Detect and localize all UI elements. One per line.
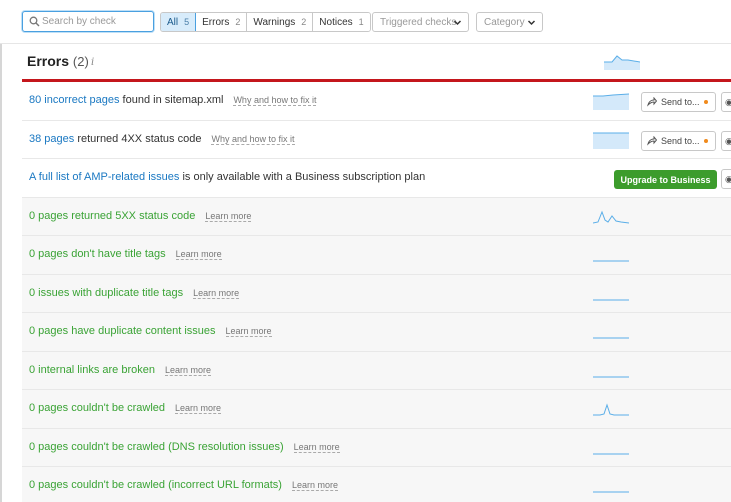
check-text: 0 internal links are broken Learn more [29,364,211,376]
filter-warnings-label: Warnings [253,16,296,28]
passed-check-text: 0 pages couldn't be crawled (DNS resolut… [29,440,284,453]
trend-sparkline [593,403,629,416]
check-text: 0 pages couldn't be crawled (incorrect U… [29,479,338,491]
trend-sparkline [593,376,629,377]
learn-more-link[interactable]: Learn more [164,364,211,376]
filter-notices-count: 1 [358,17,364,27]
trend-sparkline [593,491,629,493]
category-dropdown[interactable]: Category [476,12,543,32]
check-row[interactable]: A full list of AMP-related issues is onl… [22,159,731,198]
triggered-checks-label: Triggered checks [380,16,457,28]
learn-more-link[interactable]: Learn more [175,249,222,260]
notification-dot [704,138,708,143]
learn-more-link[interactable]: Learn more [291,480,338,491]
trend-sparkline [593,260,629,262]
filter-notices-button[interactable]: Notices 1 [313,13,370,31]
info-icon[interactable]: i [91,57,94,68]
learn-more-link[interactable]: Learn more [205,210,252,222]
check-text: 0 pages don't have title tags Learn more [29,248,222,260]
send-to-button[interactable]: Send to... [641,92,716,112]
upgrade-to-business-button[interactable]: Upgrade to Business [614,170,717,189]
eye-button[interactable]: ◉ [721,169,731,189]
eye-button[interactable]: ◉ [721,130,731,151]
trend-sparkline [593,210,629,223]
check-text: 0 pages returned 5XX status code Learn mo… [29,209,252,222]
check-row[interactable]: 0 pages returned 5XX status code Learn mo… [22,197,731,236]
issue-link[interactable]: A full list of AMP-related issues [29,171,179,183]
filter-errors-count: 2 [235,17,241,27]
filter-notices-label: Notices [319,16,353,28]
check-row[interactable]: 80 incorrect pages found in sitemap.xml W… [22,82,731,121]
share-arrow-icon [647,135,657,146]
check-text: 0 issues with duplicate title tags Learn … [29,286,240,299]
check-row[interactable]: 0 pages couldn't be crawled (DNS resolut… [22,428,731,467]
trend-sparkline [593,337,629,339]
check-text: 0 pages couldn't be crawled Learn more [29,402,222,414]
check-row[interactable]: 0 pages don't have title tags Learn more [22,236,731,275]
learn-more-link[interactable]: Learn more [175,403,222,414]
trend-sparkline [604,55,640,70]
trend-sparkline [593,453,629,454]
category-label: Category [484,16,525,28]
filter-errors-button[interactable]: Errors 2 [196,13,248,31]
issue-description: found in sitemap.xml [119,94,224,106]
left-divider [0,0,2,502]
eye-button[interactable]: ◉ [721,92,731,112]
passed-check-text: 0 pages have duplicate content issues [29,325,216,337]
how-to-fix-link[interactable]: Why and how to fix it [211,133,295,145]
issue-link[interactable]: 38 pages [29,133,74,145]
section-title: Errors (2) [27,53,89,69]
passed-check-text: 0 pages returned 5XX status code [29,209,196,222]
search-input[interactable] [42,14,150,29]
errors-section-header: Errors (2) i [22,44,731,81]
check-text: 0 pages couldn't be crawled (DNS resolut… [29,441,340,453]
learn-more-link[interactable]: Learn more [225,326,272,337]
send-to-button[interactable]: Send to... [641,130,716,151]
filter-warnings-button[interactable]: Warnings 2 [247,13,314,31]
section-count: (2) [72,54,89,69]
filter-warnings-count: 2 [301,17,307,27]
issue-type-filter: All 5 Errors 2 Warnings 2 Notices 1 [160,12,371,32]
issue-description: returned 4XX status code [74,132,202,145]
triggered-checks-dropdown[interactable]: Triggered checks [372,12,469,32]
check-text: 0 pages have duplicate content issues Lea… [29,325,272,337]
check-text: 38 pages returned 4XX status code Why and… [29,133,295,145]
issue-link[interactable]: 80 incorrect pages [29,94,120,106]
search-box[interactable] [22,11,154,32]
passed-check-text: 0 internal links are broken [29,363,155,376]
check-row[interactable]: 0 issues with duplicate title tags Learn … [22,274,731,313]
issue-description: is only available with a Business subscr… [179,171,426,183]
trend-sparkline [593,132,629,149]
section-title-text: Errors [27,53,70,69]
filter-all-button[interactable]: All 5 [160,13,197,31]
learn-more-link[interactable]: Learn more [193,287,240,299]
search-icon [29,16,40,27]
check-text: A full list of AMP-related issues is onl… [29,171,425,183]
send-to-label: Send to... [661,97,700,107]
checks-list: 80 incorrect pages found in sitemap.xml W… [22,82,731,502]
filter-bar: All 5 Errors 2 Warnings 2 Notices 1 Triggere… [0,0,731,44]
learn-more-link[interactable]: Learn more [293,441,340,453]
passed-check-text: 0 issues with duplicate title tags [29,286,184,299]
check-row[interactable]: 0 pages have duplicate content issues Lea… [22,313,731,352]
notification-dot [704,100,708,104]
passed-check-text: 0 pages don't have title tags [29,248,166,260]
check-row[interactable]: 38 pages returned 4XX status code Why and… [22,121,731,159]
filter-all-label: All [167,16,179,28]
send-to-label: Send to... [661,135,700,146]
chevron-down-icon [453,20,462,26]
filter-errors-label: Errors [202,16,230,28]
passed-check-text: 0 pages couldn't be crawled (incorrect U… [29,479,282,491]
check-row[interactable]: 0 pages couldn't be crawled Learn more [22,390,731,429]
trend-sparkline [593,93,629,110]
check-row[interactable]: 0 internal links are broken Learn more [22,351,731,390]
passed-check-text: 0 pages couldn't be crawled [29,402,166,414]
trend-sparkline [593,299,629,300]
filter-all-count: 5 [184,17,190,27]
check-row[interactable]: 0 pages couldn't be crawled (incorrect U… [22,467,731,502]
chevron-down-icon [527,20,536,26]
how-to-fix-link[interactable]: Why and how to fix it [233,95,317,106]
share-arrow-icon [647,97,657,107]
check-text: 80 incorrect pages found in sitemap.xml W… [29,94,317,106]
